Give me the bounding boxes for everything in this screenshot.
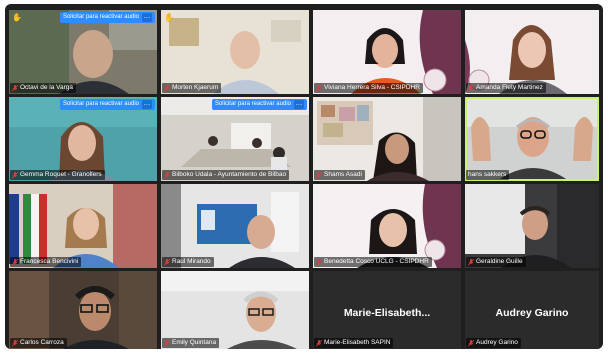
participant-name: Marie-Elisabeth SAPIN [324, 339, 391, 346]
participant-name-label: Shams Asadi [314, 170, 365, 180]
more-options-icon[interactable]: … [294, 100, 304, 109]
more-options-icon[interactable]: … [142, 13, 152, 22]
unmute-request-banner[interactable]: Solicitar para reactivar audio… [59, 99, 155, 110]
video-tile-hans[interactable]: hans sakkers [465, 97, 599, 181]
participant-video [9, 184, 157, 268]
video-tile-francesca[interactable]: Francesca Bencivini [9, 184, 157, 268]
participant-name: Francesca Bencivini [20, 258, 79, 265]
participant-name-label: Emily Quintana [162, 338, 220, 348]
participant-name-label: Octavi de la Varga [10, 83, 76, 93]
video-tile-amanda[interactable]: Amanda Flety Martinez [465, 10, 599, 94]
muted-mic-icon [164, 339, 170, 347]
more-options-icon[interactable]: … [142, 100, 152, 109]
video-tile-shams[interactable]: Shams Asadi [313, 97, 461, 181]
participant-video [465, 184, 599, 268]
muted-mic-icon [316, 339, 322, 347]
participant-display-name: Audrey Garino [495, 307, 569, 319]
participant-name: Morten Kjaerum [172, 84, 219, 91]
participant-name: Carlos Carroza [20, 339, 64, 346]
participant-name: Raul Mirando [172, 258, 211, 265]
raised-hand-icon: ✋ [164, 13, 174, 22]
participant-name: Octavi de la Varga [20, 84, 73, 91]
unmute-request-label: Solicitar para reactivar audio [214, 101, 291, 107]
video-tile-marie-elisabeth[interactable]: Marie-Elisabeth... Marie-Elisabeth SAPIN [313, 271, 461, 349]
muted-mic-icon [468, 84, 474, 92]
video-tile-raul[interactable]: Raul Mirando [161, 184, 309, 268]
participant-name: Bilboko Udala - Ayuntamiento de Bilbao [172, 171, 287, 178]
video-tile-geraldine[interactable]: Geraldine Guille [465, 184, 599, 268]
participant-name-label: Geraldine Guille [466, 257, 526, 267]
participant-video [313, 184, 461, 268]
participant-name: Viviana Herrera Silva - CSIPDHR [324, 84, 420, 91]
participant-name: Emily Quintana [172, 339, 217, 346]
participant-name: Amanda Flety Martinez [476, 84, 543, 91]
participant-video [161, 10, 309, 94]
video-tile-carlos[interactable]: Carlos Carroza [9, 271, 157, 349]
video-tile-emily[interactable]: Emily Quintana [161, 271, 309, 349]
video-gallery: ✋ Solicitar para reactivar audio… Octavi… [5, 4, 603, 349]
video-tile-octavi[interactable]: ✋ Solicitar para reactivar audio… Octavi… [9, 10, 157, 94]
video-tile-bilbao[interactable]: Solicitar para reactivar audio… Bilboko … [161, 97, 309, 181]
participant-name-label: Benedetta Cosco UCLG - CSIPDHR [314, 257, 432, 267]
participant-name-label: Amanda Flety Martinez [466, 83, 546, 93]
muted-mic-icon [316, 171, 322, 179]
participant-video [313, 97, 461, 181]
participant-name-label: Morten Kjaerum [162, 83, 222, 93]
participant-display-name: Marie-Elisabeth... [343, 307, 431, 319]
participant-name-label: Gemma Roquet - Granollers [10, 170, 105, 180]
muted-mic-icon [468, 339, 474, 347]
video-tile-audrey[interactable]: Audrey Garino Audrey Garino [465, 271, 599, 349]
muted-mic-icon [316, 84, 322, 92]
unmute-request-banner[interactable]: Solicitar para reactivar audio… [211, 99, 307, 110]
participant-name-label: Carlos Carroza [10, 338, 67, 348]
muted-mic-icon [12, 171, 18, 179]
muted-mic-icon [164, 258, 170, 266]
participant-name: Shams Asadi [324, 171, 362, 178]
participant-name: Gemma Roquet - Granollers [20, 171, 102, 178]
participant-name-label: Audrey Garino [466, 338, 521, 348]
unmute-request-label: Solicitar para reactivar audio [62, 14, 139, 20]
unmute-request-banner[interactable]: Solicitar para reactivar audio… [59, 12, 155, 23]
participant-video [465, 97, 599, 181]
participant-name-label: hans sakkers [466, 170, 510, 180]
participant-name-label: Marie-Elisabeth SAPIN [314, 338, 394, 348]
participant-name: Benedetta Cosco UCLG - CSIPDHR [324, 258, 429, 265]
participant-video [465, 10, 599, 94]
muted-mic-icon [164, 84, 170, 92]
participant-name: Geraldine Guille [476, 258, 523, 265]
video-tile-benedetta[interactable]: Benedetta Cosco UCLG - CSIPDHR [313, 184, 461, 268]
participant-name: hans sakkers [468, 171, 507, 178]
participant-name: Audrey Garino [476, 339, 518, 346]
muted-mic-icon [12, 84, 18, 92]
muted-mic-icon [12, 258, 18, 266]
participant-name-label: Viviana Herrera Silva - CSIPDHR [314, 83, 423, 93]
participant-video [313, 10, 461, 94]
video-tile-viviana[interactable]: Viviana Herrera Silva - CSIPDHR [313, 10, 461, 94]
muted-mic-icon [468, 258, 474, 266]
muted-mic-icon [12, 339, 18, 347]
participant-name-label: Francesca Bencivini [10, 257, 82, 267]
video-tile-gemma[interactable]: Solicitar para reactivar audio… Gemma Ro… [9, 97, 157, 181]
muted-mic-icon [164, 171, 170, 179]
raised-hand-icon: ✋ [12, 13, 22, 22]
participant-name-label: Bilboko Udala - Ayuntamiento de Bilbao [162, 170, 290, 180]
participant-video [161, 184, 309, 268]
unmute-request-label: Solicitar para reactivar audio [62, 101, 139, 107]
participant-name-label: Raul Mirando [162, 257, 214, 267]
muted-mic-icon [316, 258, 322, 266]
video-tile-morten[interactable]: ✋ Morten Kjaerum [161, 10, 309, 94]
